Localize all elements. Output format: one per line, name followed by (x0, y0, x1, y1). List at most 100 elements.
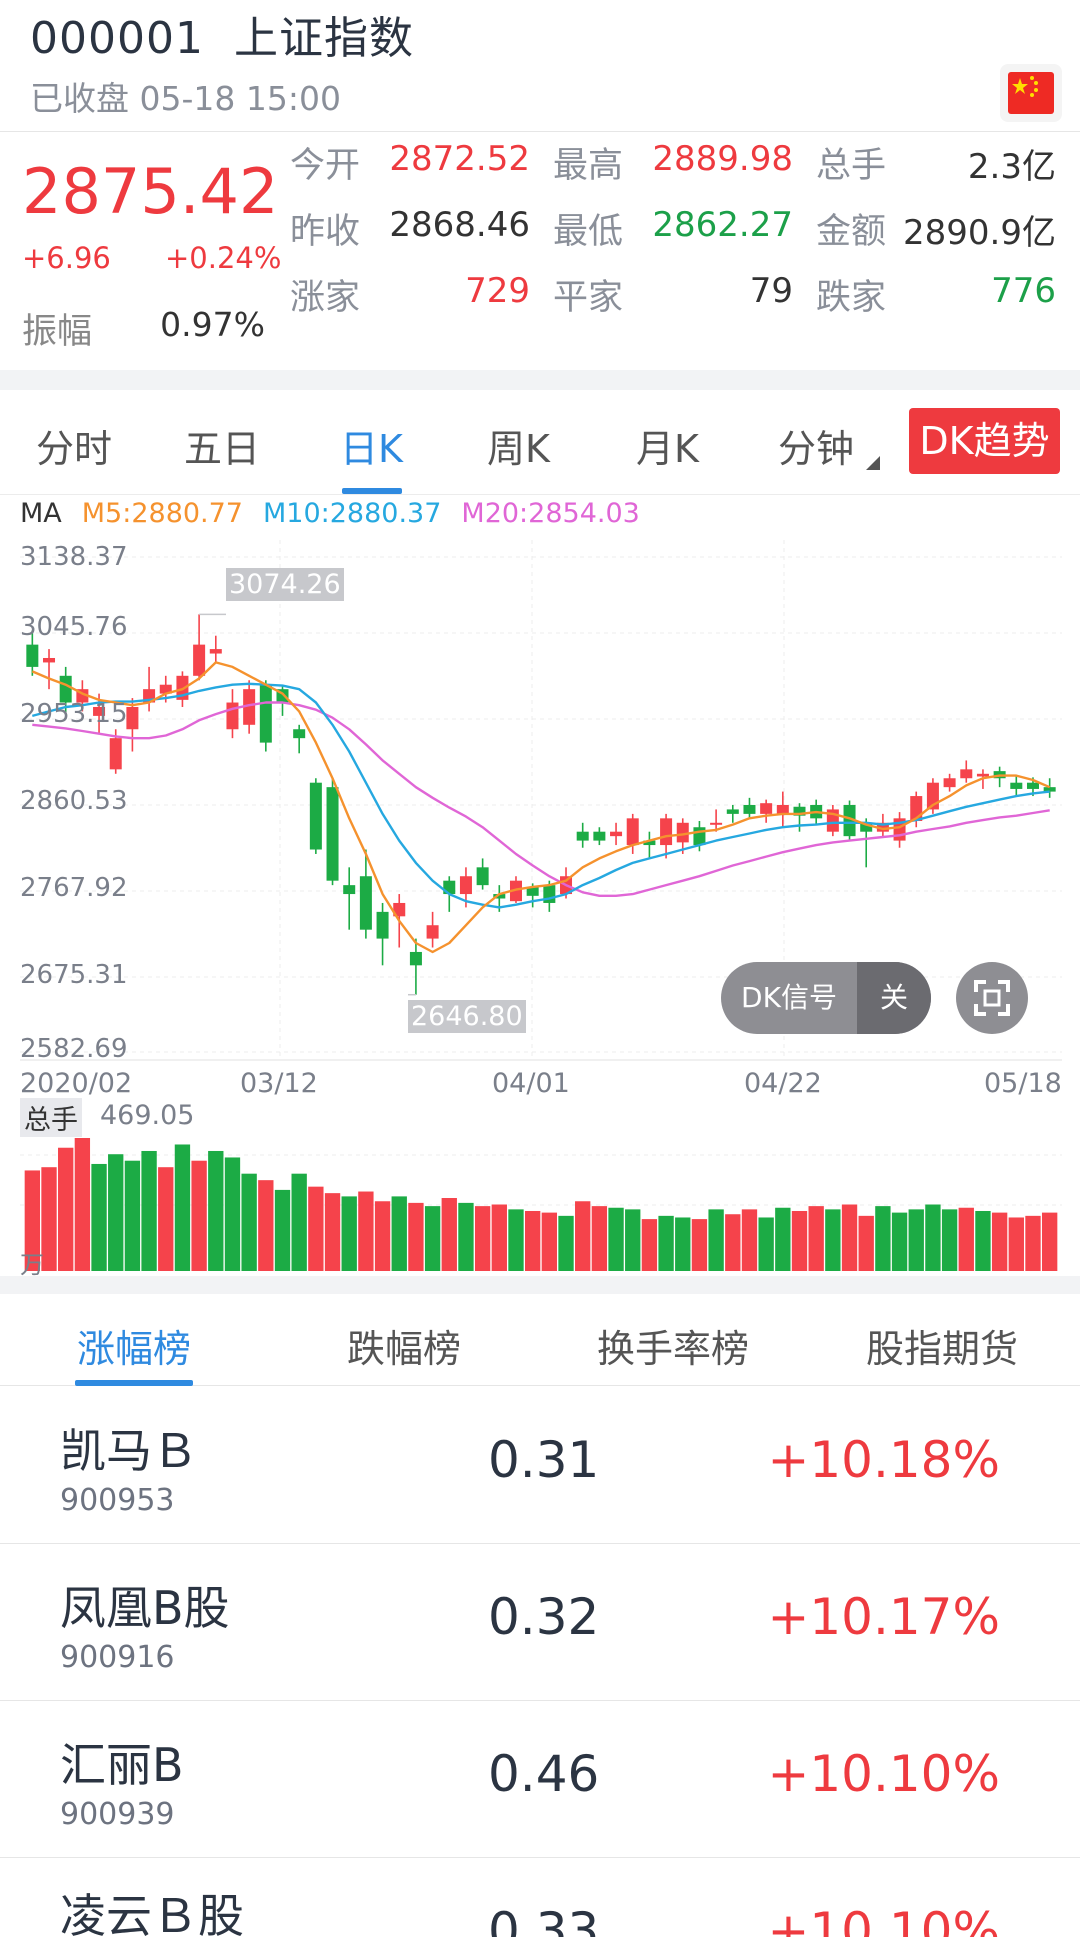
candle-body (409, 951, 422, 966)
candle-body (760, 803, 773, 814)
candle-body (976, 773, 989, 777)
tab-weekly-k[interactable]: 周K (487, 418, 550, 473)
high-value: 2889.98 (652, 139, 793, 179)
unchanged-value: 79 (749, 271, 793, 311)
volume-bar (925, 1204, 941, 1271)
active-tab-indicator (75, 1380, 193, 1386)
volume-bar (1025, 1215, 1041, 1271)
volume-bar (374, 1201, 391, 1271)
tab-turnover-rate[interactable]: 换手率榜 (597, 1318, 749, 1373)
x-tick-label: 03/12 (240, 1068, 318, 1099)
candle-body (293, 729, 306, 739)
y-tick-label: 2860.53 (20, 786, 128, 816)
candle-body (476, 867, 489, 886)
ma20-value: M20:2854.03 (461, 498, 640, 529)
ma10-value: M10:2880.37 (263, 498, 442, 529)
volume-bar (608, 1207, 624, 1271)
volume-bar (241, 1173, 257, 1271)
list-item[interactable]: 汇丽B 900939 0.46 +10.10% (0, 1701, 1080, 1858)
volume-bar (224, 1157, 241, 1271)
dk-signal-toggle[interactable]: DK信号 关 (721, 962, 931, 1034)
ma-label: MA (20, 498, 62, 529)
candle-body (343, 885, 356, 895)
volume-bar (291, 1173, 307, 1271)
stock-change-percent: +10.10% (767, 1745, 1000, 1803)
ma10-line (31, 682, 1050, 909)
decliners-value: 776 (991, 271, 1056, 311)
index-name: 上证指数 (233, 13, 414, 64)
tab-five-day[interactable]: 五日 (184, 418, 260, 473)
volume-bar (1041, 1212, 1058, 1271)
volume-bar (891, 1212, 908, 1271)
candlestick-chart[interactable] (0, 530, 1080, 1280)
volume-bar (625, 1209, 641, 1271)
x-tick-label: 2020/02 (20, 1068, 133, 1099)
volume-current-value: 469.05 (100, 1100, 195, 1131)
tab-monthly-k[interactable]: 月K (636, 418, 699, 473)
decliners-label: 跌家 (816, 278, 887, 318)
volume-bar (491, 1204, 507, 1271)
tab-intraday[interactable]: 分时 (36, 418, 112, 473)
stock-code: 900953 (60, 1483, 175, 1518)
fullscreen-icon (974, 980, 1010, 1016)
volume-bar (641, 1219, 658, 1271)
stock-name: 凤凰B股 (60, 1581, 230, 1635)
stock-change-percent: +10.10% (767, 1902, 1000, 1937)
list-item[interactable]: 凌云Ｂ股 0.33 +10.10% (0, 1858, 1080, 1937)
volume-bar (208, 1150, 224, 1271)
volume-bar (941, 1209, 958, 1271)
candle-body (626, 818, 639, 846)
tab-index-futures[interactable]: 股指期货 (866, 1318, 1018, 1373)
open-value: 2872.52 (389, 139, 530, 179)
volume-unit: 万 (20, 1251, 44, 1279)
volume-bar (174, 1144, 191, 1271)
open-label: 今开 (290, 146, 361, 186)
page-title: 000001 上证指数 (30, 2, 414, 66)
candle-body (610, 831, 623, 837)
turnover-value: 2890.9亿 (903, 213, 1056, 253)
list-item[interactable]: 凯马Ｂ 900953 0.31 +10.18% (0, 1387, 1080, 1544)
volume-bar (558, 1215, 574, 1271)
china-flag-icon[interactable] (1000, 64, 1062, 122)
candle-body (743, 804, 756, 814)
unchanged-label: 平家 (553, 278, 624, 318)
low-value: 2862.27 (652, 205, 793, 245)
y-tick-label: 3138.37 (20, 542, 128, 572)
volume-bar (474, 1206, 491, 1271)
volume-bar (908, 1209, 924, 1271)
stock-price: 0.31 (488, 1431, 600, 1489)
active-tab-indicator (342, 488, 402, 494)
header-bar: 000001 上证指数 已收盘 05-18 15:00 (0, 0, 1080, 132)
price-change: +6.96 (22, 241, 111, 275)
volume-bar (658, 1215, 674, 1271)
candle-body (126, 706, 139, 730)
volume-bar (258, 1180, 274, 1271)
volume-bar (1008, 1217, 1024, 1271)
y-tick-label: 2953.15 (20, 699, 128, 729)
volume-bar (124, 1160, 141, 1271)
stock-name: 凯马Ｂ (60, 1424, 198, 1478)
fullscreen-button[interactable] (956, 962, 1028, 1034)
y-tick-label: 2675.31 (20, 960, 128, 990)
volume-bar (708, 1209, 724, 1271)
volume-bar (858, 1215, 874, 1271)
last-price: 2875.42 (22, 155, 279, 228)
volume-bar (691, 1219, 708, 1271)
candle-body (326, 787, 339, 881)
ma20-line (32, 701, 1050, 897)
prev-close-value: 2868.46 (389, 205, 530, 245)
stock-price: 0.32 (488, 1588, 600, 1646)
volume-bar (58, 1147, 74, 1271)
list-item[interactable]: 凤凰B股 900916 0.32 +10.17% (0, 1544, 1080, 1701)
tab-daily-k[interactable]: 日K (340, 418, 403, 473)
dk-trend-button[interactable]: DK趋势 (909, 408, 1060, 474)
tab-top-gainers[interactable]: 涨幅榜 (77, 1318, 191, 1373)
amplitude-label: 振幅 (22, 312, 93, 352)
tab-top-losers[interactable]: 跌幅榜 (347, 1318, 461, 1373)
volume-bar (725, 1214, 741, 1271)
high-label: 最高 (553, 146, 624, 186)
candle-body (459, 876, 472, 895)
volume-bar (424, 1206, 441, 1271)
candle-body (309, 782, 322, 850)
tab-minute[interactable]: 分钟 (778, 418, 881, 473)
